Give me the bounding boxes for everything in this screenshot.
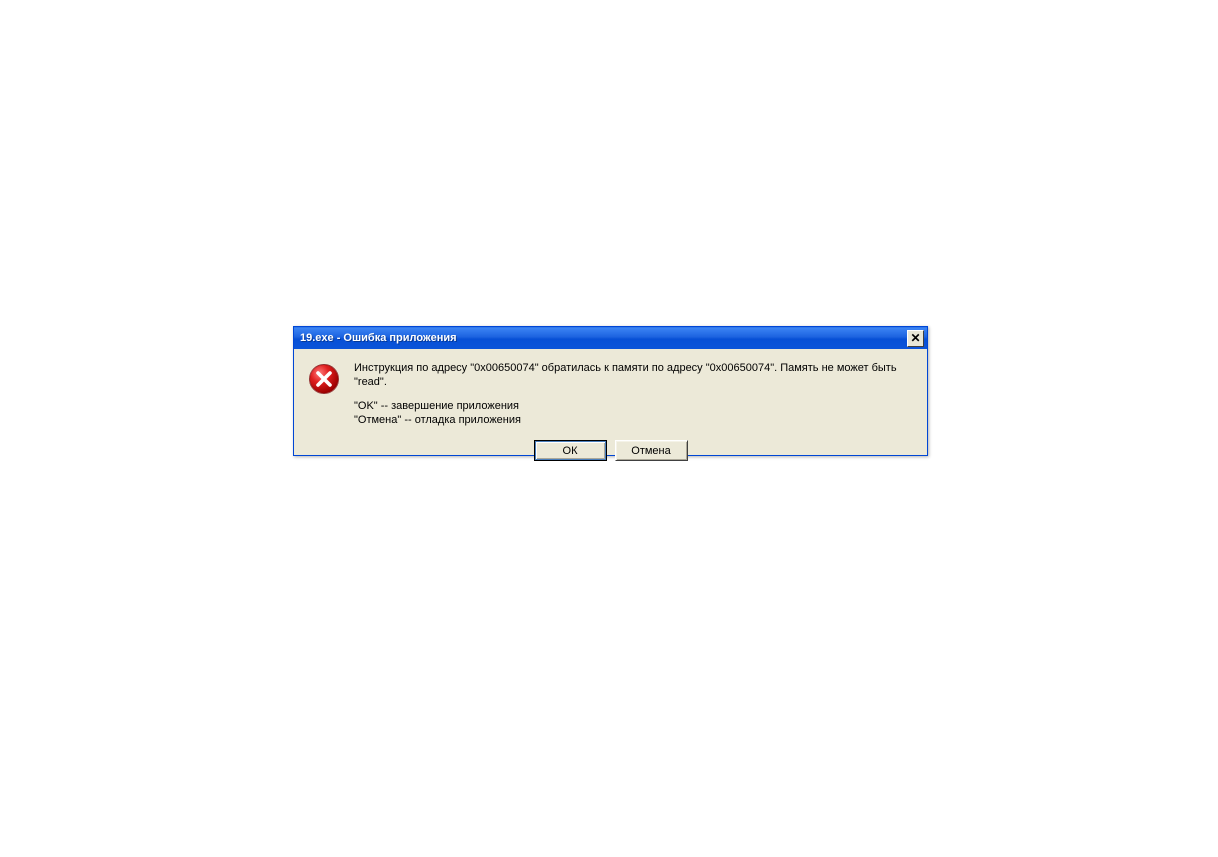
ok-button[interactable]: ОК <box>534 440 607 461</box>
message-line-2: "OK" -- завершение приложения <box>354 399 913 413</box>
error-icon <box>308 363 340 395</box>
message-line-3: "Отмена" -- отладка приложения <box>354 413 913 427</box>
message-block: Инструкция по адресу "0x00650074" обрати… <box>354 361 913 427</box>
error-dialog: 19.exe - Ошибка приложения ✕ Инструкц <box>293 326 928 456</box>
close-button[interactable]: ✕ <box>907 330 924 347</box>
button-row: ОК Отмена <box>294 433 927 471</box>
window-title: 19.exe - Ошибка приложения <box>300 332 457 344</box>
close-icon: ✕ <box>910 332 920 344</box>
content-area: Инструкция по адресу "0x00650074" обрати… <box>294 349 927 433</box>
titlebar[interactable]: 19.exe - Ошибка приложения ✕ <box>294 327 927 349</box>
cancel-button[interactable]: Отмена <box>615 440 688 461</box>
message-line-1: Инструкция по адресу "0x00650074" обрати… <box>354 361 913 389</box>
